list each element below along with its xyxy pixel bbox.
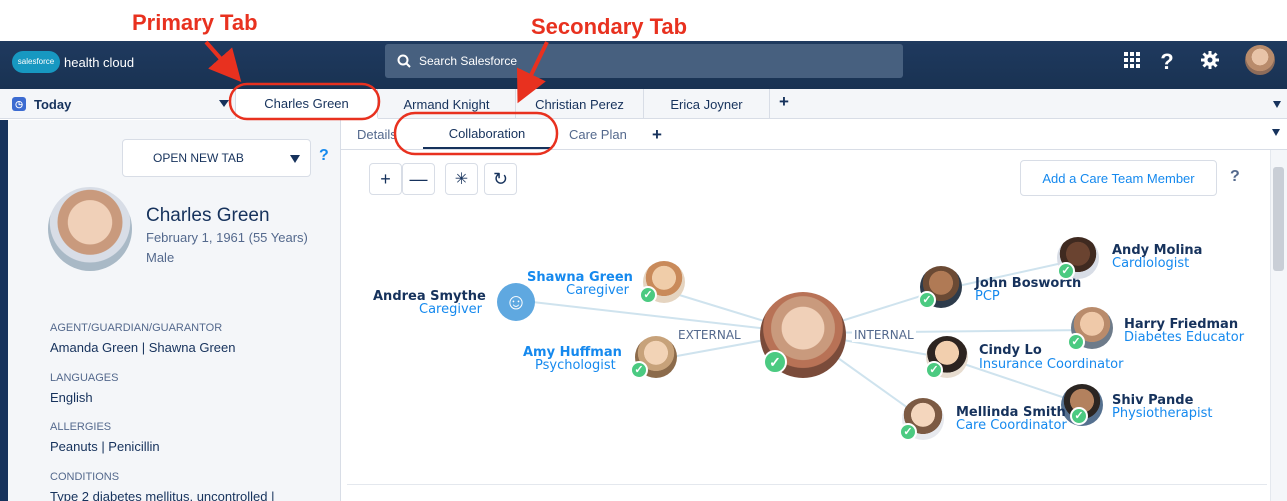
check-icon: ✓ — [1067, 333, 1085, 351]
member-role: Physiotherapist — [1112, 406, 1213, 421]
member-name[interactable]: Cindy Lo — [979, 343, 1042, 358]
member-role: Diabetes Educator — [1124, 330, 1245, 345]
check-icon: ✓ — [630, 361, 648, 379]
member-role: Cardiologist — [1112, 256, 1190, 271]
check-icon: ✓ — [918, 291, 936, 309]
member-role: Caregiver — [419, 302, 483, 317]
member-role: Psychologist — [535, 358, 616, 373]
andrea-smythe-node[interactable]: ☺ — [497, 283, 535, 321]
app-root: Primary Tab Secondary Tab salesforce hea… — [0, 0, 1287, 501]
internal-group-label: INTERNAL — [852, 328, 916, 342]
check-icon: ✓ — [899, 423, 917, 441]
member-role: PCP — [975, 289, 1000, 304]
member-role: Caregiver — [566, 283, 630, 298]
check-icon: ✓ — [1057, 262, 1075, 280]
check-icon: ✓ — [639, 286, 657, 304]
check-icon: ✓ — [925, 361, 943, 379]
member-role: Care Coordinator — [956, 418, 1067, 433]
check-icon: ✓ — [1070, 407, 1088, 425]
external-group-label: EXTERNAL — [676, 328, 743, 342]
member-role: Insurance Coordinator — [979, 357, 1124, 372]
check-icon: ✓ — [763, 350, 787, 374]
